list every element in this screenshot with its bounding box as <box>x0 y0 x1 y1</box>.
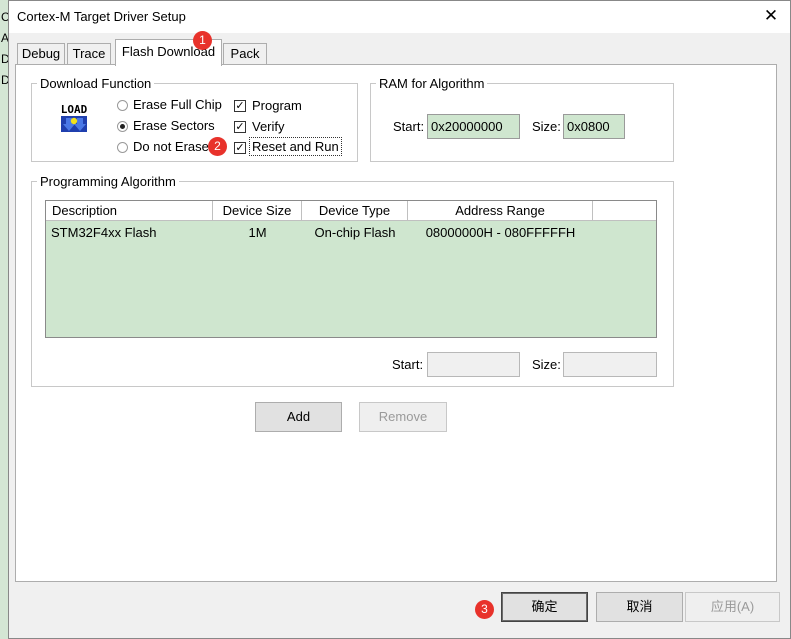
table-row[interactable]: STM32F4xx Flash 1M On-chip Flash 0800000… <box>46 223 656 241</box>
ram-size-label: Size: <box>532 119 561 134</box>
tab-pack[interactable]: Pack <box>223 43 267 65</box>
close-icon[interactable]: ✕ <box>757 3 785 29</box>
program-label[interactable]: Program <box>252 98 302 113</box>
erase-sectors-label[interactable]: Erase Sectors <box>133 118 215 133</box>
annotation-badge-2: 2 <box>208 137 227 156</box>
load-icon-text: LOAD <box>61 103 88 116</box>
ram-start-label: Start: <box>393 119 425 134</box>
reset-and-run-label[interactable]: Reset and Run <box>249 137 342 156</box>
reset-and-run-checkbox[interactable]: ✓ <box>234 142 246 154</box>
remove-button[interactable]: Remove <box>359 402 447 432</box>
algorithm-list[interactable]: Description Device Size Device Type Addr… <box>45 200 657 338</box>
load-icon: LOAD <box>57 102 91 134</box>
target-driver-setup-dialog: Cortex-M Target Driver Setup ✕ Debug Tra… <box>8 0 791 639</box>
ram-start-field[interactable]: 0x20000000 <box>427 114 520 139</box>
apply-button[interactable]: 应用(A) <box>685 592 780 622</box>
erase-full-chip-radio[interactable] <box>117 100 128 111</box>
ok-button[interactable]: 确定 <box>501 592 588 622</box>
algorithm-size-field[interactable] <box>563 352 657 377</box>
algorithm-start-field[interactable] <box>427 352 520 377</box>
cancel-button[interactable]: 取消 <box>596 592 683 622</box>
algorithm-size-label: Size: <box>532 357 561 372</box>
erase-full-chip-label[interactable]: Erase Full Chip <box>133 97 222 112</box>
annotation-badge-3: 3 <box>475 600 494 619</box>
annotation-badge-1: 1 <box>193 31 212 50</box>
tab-trace[interactable]: Trace <box>67 43 111 65</box>
column-address-range[interactable]: Address Range <box>408 201 593 221</box>
programming-algorithm-title: Programming Algorithm <box>37 175 179 189</box>
verify-label[interactable]: Verify <box>252 119 285 134</box>
do-not-erase-radio[interactable] <box>117 142 128 153</box>
do-not-erase-label[interactable]: Do not Erase <box>133 139 209 154</box>
column-device-size[interactable]: Device Size <box>213 201 302 221</box>
title-bar: Cortex-M Target Driver Setup ✕ <box>9 1 790 33</box>
row-description: STM32F4xx Flash <box>51 225 157 240</box>
algorithm-start-label: Start: <box>392 357 424 372</box>
row-device-type: On-chip Flash <box>314 225 396 240</box>
ram-size-field[interactable]: 0x0800 <box>563 114 625 139</box>
row-address-range: 08000000H - 080FFFFFH <box>425 225 576 240</box>
row-device-size: 1M <box>248 225 267 240</box>
erase-sectors-radio[interactable] <box>117 121 128 132</box>
verify-checkbox[interactable]: ✓ <box>234 121 246 133</box>
column-description[interactable]: Description <box>46 201 213 221</box>
program-checkbox[interactable]: ✓ <box>234 100 246 112</box>
add-button[interactable]: Add <box>255 402 342 432</box>
download-function-title: Download Function <box>37 77 155 91</box>
dialog-title: Cortex-M Target Driver Setup <box>17 9 186 24</box>
tab-debug[interactable]: Debug <box>17 43 65 65</box>
ram-for-algorithm-title: RAM for Algorithm <box>376 77 488 91</box>
algorithm-list-header: Description Device Size Device Type Addr… <box>46 201 656 221</box>
column-device-type[interactable]: Device Type <box>302 201 408 221</box>
